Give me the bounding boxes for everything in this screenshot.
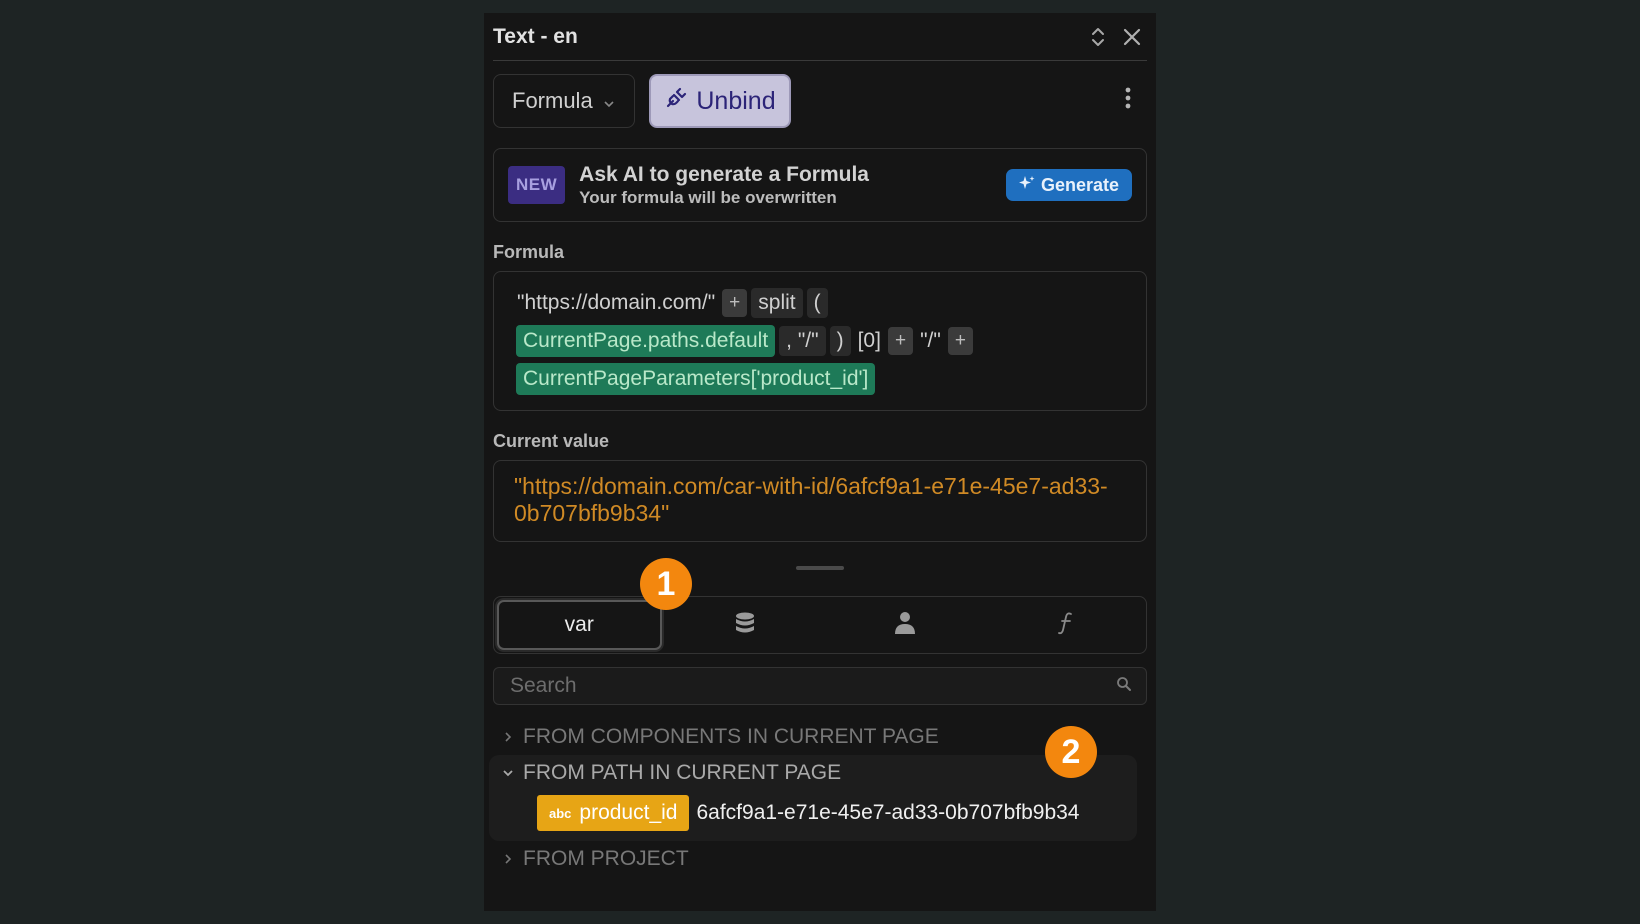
formula-label: Formula xyxy=(493,242,565,262)
ai-banner-title: Ask AI to generate a Formula xyxy=(579,162,869,186)
current-value-label: Current value xyxy=(493,431,610,451)
variable-chip[interactable]: abc product_id xyxy=(537,795,690,831)
close-icon[interactable] xyxy=(1123,28,1141,46)
new-badge: NEW xyxy=(508,166,566,204)
section-project-label: FROM PROJECT xyxy=(523,847,689,870)
database-icon xyxy=(734,611,756,640)
variable-value: 6afcf9a1-e71e-45e7-ad33-0b707bfb9b34 xyxy=(696,801,1080,824)
type-label: abc xyxy=(549,805,572,821)
callout-badge-2: 2 xyxy=(1045,726,1097,778)
plus-operator[interactable]: + xyxy=(887,327,914,355)
unfold-icon[interactable] xyxy=(1091,26,1105,48)
tab-data[interactable] xyxy=(665,597,826,653)
section-path[interactable]: FROM PATH IN CURRENT PAGE xyxy=(493,755,1137,791)
plus-operator[interactable]: + xyxy=(947,327,973,355)
panel-title: Text - en xyxy=(493,24,578,48)
mode-dropdown[interactable]: Formula xyxy=(493,74,635,128)
chevron-right-icon xyxy=(493,731,523,743)
tab-functions[interactable] xyxy=(986,597,1147,653)
unbind-button[interactable]: Unbind xyxy=(649,74,791,128)
resize-handle[interactable] xyxy=(796,566,844,570)
section-path-group: FROM PATH IN CURRENT PAGE abc product_id… xyxy=(489,755,1137,841)
panel-header: Text - en xyxy=(493,13,1147,61)
formula-editor[interactable]: "https://domain.com/" + split ( CurrentP… xyxy=(493,271,1147,411)
user-icon xyxy=(894,611,916,640)
generate-button[interactable]: Generate xyxy=(1005,169,1132,201)
section-path-label: FROM PATH IN CURRENT PAGE xyxy=(523,761,842,784)
tab-user[interactable] xyxy=(825,597,986,653)
search-icon xyxy=(1116,676,1132,697)
list-item[interactable]: abc product_id 6afcf9a1-e71e-45e7-ad33-0… xyxy=(537,795,1137,831)
function-icon xyxy=(1057,611,1074,640)
tab-variables[interactable]: var xyxy=(497,600,662,650)
mode-dropdown-label: Formula xyxy=(512,88,593,113)
unplug-icon xyxy=(664,86,688,117)
current-value-display: "https://domain.com/car-with-id/6afcf9a1… xyxy=(493,460,1147,542)
generate-label: Generate xyxy=(1040,174,1119,195)
sparkle-icon xyxy=(1018,175,1035,196)
ai-banner-subtitle: Your formula will be overwritten xyxy=(579,187,837,207)
close-paren-token: ) xyxy=(829,326,851,356)
formula-panel: Text - en Formula Unbind NEW Ask AI to g… xyxy=(484,13,1156,911)
explorer-tabs: var xyxy=(493,596,1147,654)
search-input[interactable] xyxy=(508,673,1012,699)
kebab-icon[interactable] xyxy=(1125,87,1131,114)
tab-variables-label: var xyxy=(564,613,594,636)
ai-formula-banner: NEW Ask AI to generate a Formula Your fo… xyxy=(493,148,1147,222)
open-paren-token: ( xyxy=(806,288,828,318)
chevron-down-icon xyxy=(603,88,615,114)
section-project[interactable]: FROM PROJECT xyxy=(493,841,1147,877)
plus-operator[interactable]: + xyxy=(722,289,748,317)
variable-name: product_id xyxy=(579,801,678,824)
current-value-text: "https://domain.com/car-with-id/6afcf9a1… xyxy=(514,473,1108,526)
chevron-right-icon xyxy=(493,853,523,865)
variable-token-product-id[interactable]: CurrentPageParameters['product_id'] xyxy=(516,363,876,395)
chevron-down-icon xyxy=(493,769,523,777)
split-function-token[interactable]: split xyxy=(751,288,803,318)
unbind-label: Unbind xyxy=(696,86,776,115)
index-token: [0] xyxy=(857,329,881,352)
formula-string-token: "https://domain.com/" xyxy=(517,291,716,314)
slash-string-token: "/" xyxy=(920,329,941,352)
variable-token-path[interactable]: CurrentPage.paths.default xyxy=(516,325,776,357)
separator-argument-token: , "/" xyxy=(779,326,826,356)
variable-search xyxy=(493,667,1147,705)
section-components-label: FROM COMPONENTS IN CURRENT PAGE xyxy=(523,725,939,748)
callout-badge-1: 1 xyxy=(640,558,692,610)
